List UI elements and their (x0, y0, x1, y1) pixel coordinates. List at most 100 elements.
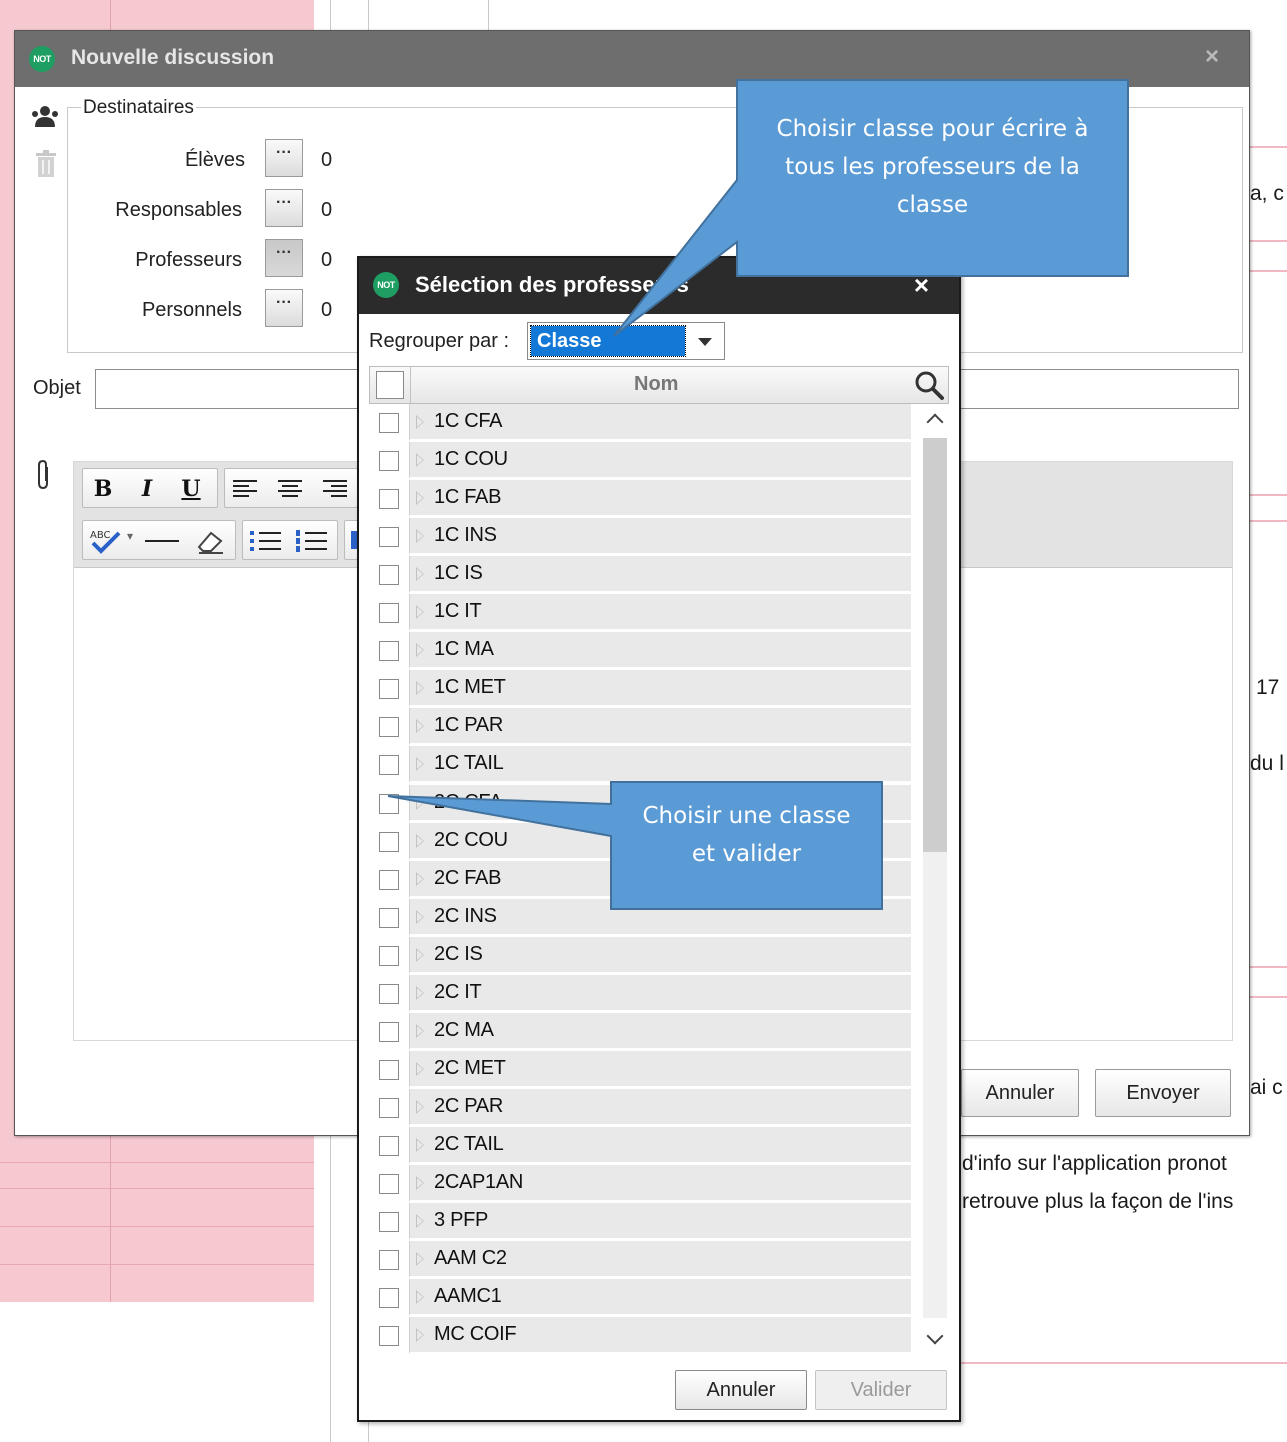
expand-triangle-icon[interactable] (416, 643, 424, 658)
class-checkbox[interactable] (379, 451, 399, 472)
class-checkbox[interactable] (379, 793, 399, 814)
list-item[interactable]: 1C MET (369, 670, 911, 708)
bullet-list-icon[interactable] (249, 529, 283, 553)
list-item[interactable]: 1C INS (369, 518, 911, 556)
class-cell[interactable]: 1C TAIL (409, 746, 911, 784)
select-personnels-button[interactable]: ··· (265, 289, 303, 327)
list-item[interactable]: 2C PAR (369, 1088, 911, 1127)
italic-button[interactable]: I (133, 475, 161, 503)
list-item[interactable]: 2C IS (369, 936, 911, 975)
class-cell[interactable]: 1C MET (409, 670, 911, 708)
expand-triangle-icon[interactable] (416, 1061, 424, 1076)
class-checkbox[interactable] (379, 1174, 399, 1194)
spellcheck-icon[interactable]: ABC (89, 527, 123, 555)
class-cell[interactable]: 2C TAIL (409, 1126, 911, 1164)
class-checkbox[interactable] (379, 983, 399, 1004)
class-cell[interactable]: 2CAP1AN (409, 1165, 911, 1202)
expand-triangle-icon[interactable] (416, 453, 424, 468)
expand-triangle-icon[interactable] (416, 491, 424, 506)
class-checkbox[interactable] (379, 565, 399, 586)
class-cell[interactable]: 1C PAR (409, 708, 911, 746)
underline-button[interactable]: U (177, 475, 205, 503)
scrollbar-thumb[interactable] (923, 438, 947, 852)
column-header-nom[interactable]: Nom (634, 373, 678, 396)
expand-triangle-icon[interactable] (416, 795, 424, 810)
expand-triangle-icon[interactable] (416, 415, 424, 429)
list-item[interactable]: 2C TAIL (369, 1126, 911, 1165)
scroll-up-icon[interactable] (926, 413, 944, 431)
class-checkbox[interactable] (379, 869, 399, 890)
class-checkbox[interactable] (379, 755, 399, 776)
expand-triangle-icon[interactable] (416, 719, 424, 734)
expand-triangle-icon[interactable] (416, 985, 424, 1000)
class-checkbox[interactable] (379, 527, 399, 548)
expand-triangle-icon[interactable] (416, 1137, 424, 1152)
expand-triangle-icon[interactable] (416, 567, 424, 582)
class-checkbox[interactable] (379, 1059, 399, 1080)
expand-triangle-icon[interactable] (416, 1176, 424, 1190)
select-responsables-button[interactable]: ··· (265, 189, 303, 227)
class-cell[interactable]: 2C INS (409, 898, 911, 936)
align-right-icon[interactable] (321, 479, 347, 499)
expand-triangle-icon[interactable] (416, 529, 424, 544)
spellcheck-dropdown-icon[interactable]: ▾ (127, 529, 133, 543)
expand-triangle-icon[interactable] (416, 947, 424, 962)
class-cell[interactable]: 1C MA (409, 632, 911, 670)
class-checkbox[interactable] (379, 945, 399, 966)
close-icon[interactable]: × (1205, 43, 1219, 71)
list-item[interactable]: 1C IT (369, 594, 911, 632)
class-checkbox[interactable] (379, 641, 399, 662)
class-cell[interactable]: 2C MA (409, 1012, 911, 1050)
attachment-icon[interactable] (35, 459, 53, 491)
scroll-down-icon[interactable] (926, 1327, 944, 1345)
class-checkbox[interactable] (379, 489, 399, 510)
cancel-button[interactable]: Annuler (675, 1370, 807, 1410)
class-cell[interactable]: 1C FAB (409, 480, 911, 518)
class-cell[interactable]: 1C IS (409, 556, 911, 594)
class-checkbox[interactable] (379, 1135, 399, 1156)
bold-button[interactable]: B (89, 475, 117, 503)
expand-triangle-icon[interactable] (416, 833, 424, 848)
expand-triangle-icon[interactable] (416, 1214, 424, 1229)
list-item[interactable]: 1C IS (369, 556, 911, 594)
class-cell[interactable]: AAM C2 (409, 1241, 911, 1279)
class-checkbox[interactable] (379, 1326, 399, 1347)
class-checkbox[interactable] (379, 1097, 399, 1118)
expand-triangle-icon[interactable] (416, 871, 424, 886)
list-item[interactable]: 1C TAIL (369, 746, 911, 784)
list-item[interactable]: 3 PFP (369, 1203, 911, 1241)
list-item[interactable]: 2C IT (369, 974, 911, 1013)
list-item[interactable]: MC COIF (369, 1317, 911, 1354)
send-button[interactable]: Envoyer (1095, 1069, 1231, 1117)
list-item[interactable]: 1C PAR (369, 708, 911, 746)
dialog-title-bar[interactable]: NOT Nouvelle discussion × (15, 31, 1249, 87)
class-cell[interactable]: 2C PAR (409, 1088, 911, 1126)
class-checkbox[interactable] (379, 831, 399, 852)
expand-triangle-icon[interactable] (416, 909, 424, 924)
class-checkbox[interactable] (379, 679, 399, 700)
class-checkbox[interactable] (379, 603, 399, 624)
class-cell[interactable]: AAMC1 (409, 1279, 911, 1317)
list-item[interactable]: 1C COU (369, 442, 911, 480)
list-item[interactable]: 2C MA (369, 1012, 911, 1051)
class-cell[interactable]: 1C IT (409, 594, 911, 632)
list-scrollbar[interactable] (921, 404, 949, 1354)
list-item[interactable]: 1C FAB (369, 480, 911, 518)
class-checkbox[interactable] (379, 413, 399, 433)
list-item[interactable]: 2C INS (369, 898, 911, 937)
chevron-down-icon[interactable] (698, 338, 712, 346)
expand-triangle-icon[interactable] (416, 681, 424, 696)
class-checkbox[interactable] (379, 1021, 399, 1042)
list-item[interactable]: AAMC1 (369, 1279, 911, 1317)
list-item[interactable]: 2C MET (369, 1050, 911, 1089)
align-center-icon[interactable] (277, 479, 303, 499)
class-checkbox[interactable] (379, 1212, 399, 1233)
select-professeurs-button[interactable]: ··· (265, 239, 303, 277)
expand-triangle-icon[interactable] (416, 1023, 424, 1038)
expand-triangle-icon[interactable] (416, 1328, 424, 1343)
class-checkbox[interactable] (379, 907, 399, 928)
class-cell[interactable]: 3 PFP (409, 1203, 911, 1241)
list-item[interactable]: 1C CFA (369, 404, 911, 442)
class-cell[interactable]: 1C INS (409, 518, 911, 556)
list-item[interactable]: AAM C2 (369, 1241, 911, 1279)
